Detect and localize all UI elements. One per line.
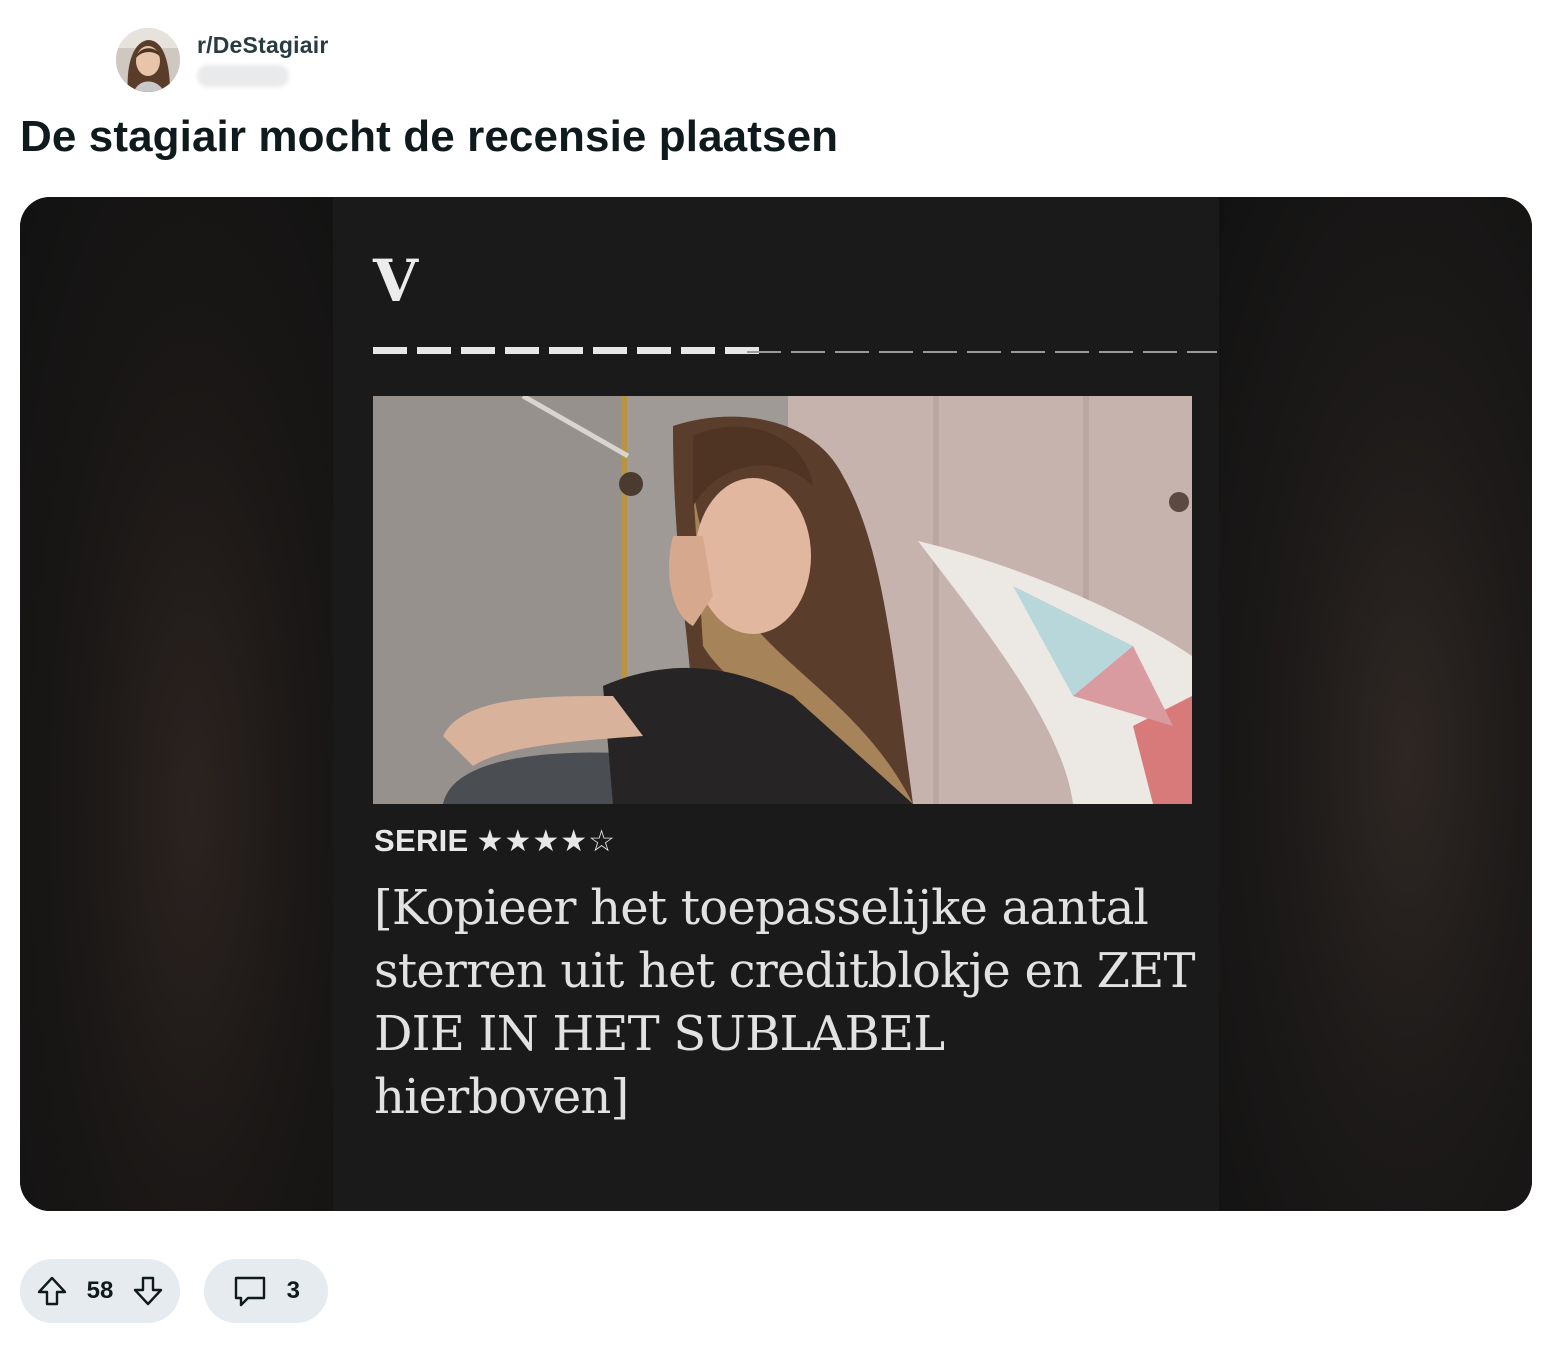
comment-count: 3 xyxy=(286,1277,300,1304)
post-title[interactable]: De stagiair mocht de recensie plaatsen xyxy=(20,112,838,162)
genre-label: SERIE xyxy=(374,823,469,858)
post-meta: r/DeStagiair xyxy=(197,32,329,87)
speech-bubble-icon xyxy=(232,1273,268,1309)
comments-button[interactable]: 3 xyxy=(204,1259,328,1323)
subreddit-avatar[interactable] xyxy=(116,28,180,92)
post-image[interactable]: V SERIE ★★★★☆ [Kopieer het toepasselijke… xyxy=(20,197,1532,1211)
image-blur-right xyxy=(1219,197,1532,1211)
image-blur-left xyxy=(20,197,333,1211)
newspaper-logo: V xyxy=(373,247,419,315)
star-rating: ★★★★☆ xyxy=(476,824,617,859)
review-card: V SERIE ★★★★☆ [Kopieer het toepasselijke… xyxy=(333,197,1219,1211)
post-header: r/DeStagiair xyxy=(116,28,329,92)
review-photo xyxy=(373,396,1192,804)
dash-divider xyxy=(373,347,1217,354)
review-headline: [Kopieer het toepasselijke aantal sterre… xyxy=(374,880,1195,1125)
username-redacted xyxy=(197,65,289,87)
arrow-up-icon[interactable] xyxy=(34,1273,70,1309)
arrow-down-icon[interactable] xyxy=(130,1273,166,1309)
subreddit-name[interactable]: r/DeStagiair xyxy=(197,32,329,59)
post-actions: 58 3 xyxy=(20,1259,328,1323)
vote-score: 58 xyxy=(86,1277,114,1304)
rating-sublabel: SERIE ★★★★☆ xyxy=(374,823,616,859)
vote-bar: 58 xyxy=(20,1259,180,1323)
